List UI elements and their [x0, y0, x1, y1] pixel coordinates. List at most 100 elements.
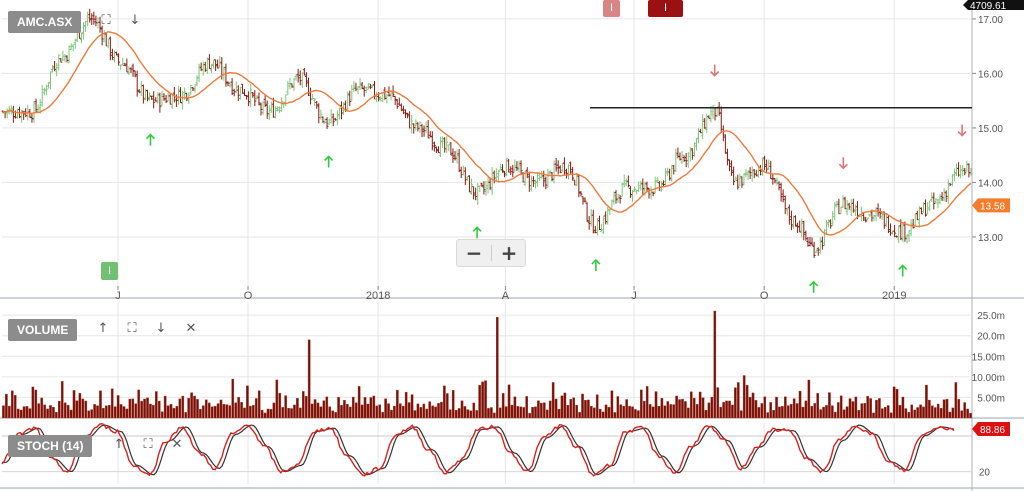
volume-bar [149, 403, 152, 419]
expand-icon[interactable]: ⛶ [124, 321, 140, 337]
volume-bar [443, 385, 446, 419]
volume-bar [857, 410, 861, 419]
volume-bar [854, 396, 858, 419]
volume-bar [731, 404, 734, 419]
volume-bar [28, 408, 32, 419]
volume-bar [225, 404, 229, 419]
volume-bar [472, 402, 476, 419]
volume-bar [140, 400, 143, 419]
volume-bar [669, 404, 673, 419]
volume-bar [481, 381, 484, 419]
volume-bar [25, 406, 29, 419]
volume-bar [2, 405, 5, 419]
volume-bar [13, 395, 17, 419]
expand-icon[interactable]: ⛶ [98, 13, 114, 29]
symbol-label[interactable]: AMC.ASX [8, 11, 82, 33]
close-icon[interactable]: ✕ [169, 437, 185, 453]
x-tick-label: O [760, 290, 769, 302]
volume-bar [775, 396, 778, 419]
volume-bar [672, 404, 675, 419]
close-icon[interactable]: ✕ [183, 321, 199, 337]
volume-bar [451, 389, 455, 419]
volume-bar [290, 408, 293, 419]
volume-bar [81, 398, 85, 419]
volume-bar [110, 388, 114, 419]
volume-bar [96, 405, 99, 419]
zoom-out-button[interactable]: − [457, 240, 491, 266]
volume-bar [660, 398, 664, 419]
volume-bar [363, 397, 367, 419]
volume-bar [881, 408, 884, 419]
volume-bar [463, 406, 467, 419]
volume-bar [789, 403, 793, 419]
volume-bar [8, 405, 11, 419]
volume-bar [113, 406, 117, 419]
zoom-in-button[interactable]: + [492, 240, 526, 266]
volume-bar [778, 406, 781, 419]
volume-bar [163, 395, 167, 419]
volume-bar [551, 382, 555, 419]
top-event-marker-dark[interactable]: I [648, 0, 683, 17]
zoom-controls: − + [456, 239, 526, 267]
volume-bar [781, 406, 784, 419]
volume-bar [475, 410, 479, 419]
arrow-down-icon[interactable]: ↓ [153, 321, 169, 337]
volume-bar [754, 400, 758, 419]
volume-bar [725, 400, 728, 419]
volume-bar [175, 406, 179, 419]
volume-bar [728, 400, 731, 419]
volume-bar [125, 408, 129, 419]
volume-bar [437, 403, 440, 419]
volume-bar [772, 409, 775, 419]
volume-bar [72, 390, 76, 419]
volume-bar [907, 411, 911, 419]
x-tick-label: A [502, 290, 510, 302]
volume-bar [516, 406, 520, 419]
volume-bar [578, 412, 581, 419]
volume-bar [892, 386, 896, 419]
stoch-value-tag: 88.86 [972, 422, 1010, 436]
stoch-label[interactable]: STOCH (14) [8, 435, 93, 457]
volume-bar [219, 399, 223, 419]
volume-bar [860, 403, 864, 419]
volume-bar [504, 406, 508, 419]
volume-bar [31, 386, 35, 419]
volume-bar [863, 403, 867, 419]
x-tick-label: J [115, 290, 121, 302]
volume-bar [334, 412, 337, 419]
arrow-down-icon[interactable]: ↓ [127, 13, 143, 29]
volume-bar [816, 393, 819, 419]
volume-bar [810, 406, 814, 419]
expand-icon[interactable]: ⛶ [140, 437, 156, 453]
buy-arrow-icon [145, 133, 156, 146]
volume-bar [196, 399, 199, 419]
volume-bar [69, 409, 73, 419]
volume-bar [49, 405, 52, 419]
volume-bar [557, 408, 561, 419]
volume-label[interactable]: VOLUME [8, 319, 78, 341]
volume-bar [510, 404, 514, 419]
sell-arrow-icon [710, 64, 720, 77]
volume-bar [299, 407, 302, 419]
volume-bar [707, 402, 711, 419]
volume-bar [107, 405, 111, 419]
y-tick-label: 20 [979, 468, 991, 479]
volume-bar [99, 390, 102, 419]
volume-bar [366, 403, 370, 419]
volume-bar [760, 403, 764, 419]
volume-bar [616, 396, 620, 419]
volume-bar [613, 412, 617, 419]
event-marker[interactable]: I [101, 262, 118, 280]
arrow-up-icon[interactable]: ↑ [111, 437, 127, 453]
top-event-marker[interactable]: I [603, 0, 620, 17]
volume-bar [698, 391, 702, 419]
volume-bar [60, 381, 64, 419]
volume-bar [93, 404, 96, 419]
arrow-up-icon[interactable]: ↑ [95, 321, 111, 337]
volume-bar [607, 407, 611, 419]
volume-bar [75, 400, 79, 419]
buy-arrow-icon [809, 280, 819, 293]
chart-window: J O 2018 A J O 2019 13.00 14.00 15.00 16.00 17.00 5.… [0, 0, 1024, 491]
volume-bar [742, 375, 746, 419]
volume-bar [351, 396, 355, 419]
